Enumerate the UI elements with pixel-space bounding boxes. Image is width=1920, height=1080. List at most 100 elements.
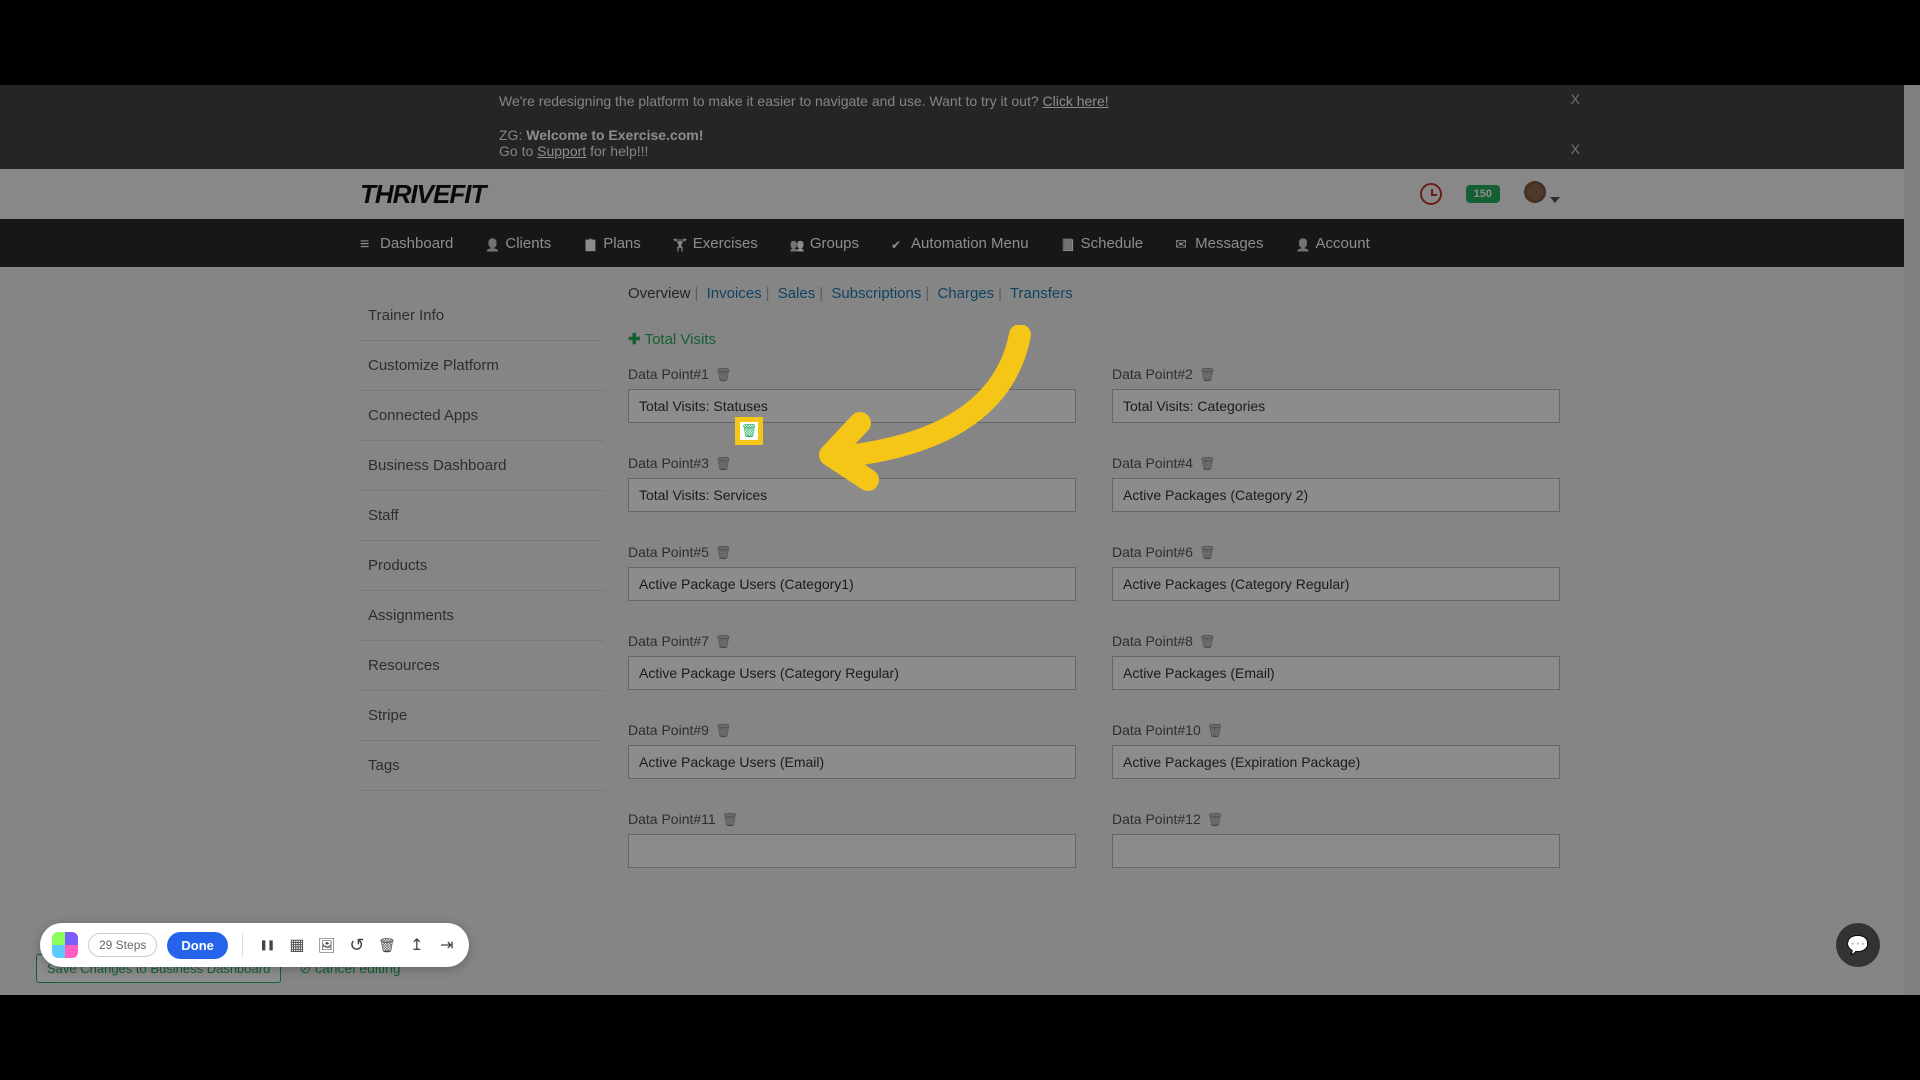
nav-label: Groups <box>810 235 859 252</box>
tutorial-logo-icon <box>52 932 78 958</box>
book-icon <box>1061 236 1075 250</box>
subnav-invoices[interactable]: Invoices <box>707 285 762 302</box>
redesign-banner-text: We're redesigning the platform to make i… <box>499 93 1043 109</box>
data-point-label: Data Point#11 🗑 <box>628 811 1076 828</box>
pause-icon[interactable] <box>257 935 277 955</box>
trash-icon[interactable]: 🗑 <box>1207 723 1224 738</box>
data-point-label: Data Point#12 🗑 <box>1112 811 1560 828</box>
sidebar-item-assignments[interactable]: Assignments <box>360 591 604 641</box>
subnav-sales[interactable]: Sales <box>778 285 816 302</box>
data-point-label-text: Data Point#2 <box>1112 366 1193 382</box>
data-point-label: Data Point#7 🗑 <box>628 633 1076 650</box>
sidebar-item-staff[interactable]: Staff <box>360 491 604 541</box>
trash-icon[interactable]: 🗑 <box>1199 545 1216 560</box>
main-nav: Dashboard Clients Plans Exercises Groups… <box>0 219 1920 267</box>
clock-icon[interactable] <box>1420 183 1442 205</box>
sidebar-item-stripe[interactable]: Stripe <box>360 691 604 741</box>
welcome-line2-post: for help!!! <box>586 143 648 159</box>
nav-exercises[interactable]: Exercises <box>673 235 758 252</box>
data-point-select[interactable] <box>1112 389 1560 423</box>
intercom-launcher[interactable] <box>1836 923 1880 967</box>
scrollbar[interactable] <box>1904 85 1920 995</box>
subnav-transfers[interactable]: Transfers <box>1010 285 1073 302</box>
data-point-label: Data Point#6 🗑 <box>1112 544 1560 561</box>
trash-icon[interactable]: 🗑 <box>715 723 732 738</box>
blur-icon[interactable] <box>287 935 307 955</box>
data-point-field: Data Point#4 🗑 <box>1112 455 1560 512</box>
nav-groups[interactable]: Groups <box>790 235 859 252</box>
data-point-label-text: Data Point#1 <box>628 366 709 382</box>
trash-icon[interactable] <box>377 935 397 955</box>
data-point-select[interactable] <box>1112 656 1560 690</box>
subnav-subscriptions[interactable]: Subscriptions <box>831 285 921 302</box>
data-point-select[interactable] <box>1112 478 1560 512</box>
trash-icon[interactable]: 🗑 <box>1199 367 1216 382</box>
nav-messages[interactable]: Messages <box>1175 235 1263 252</box>
trash-icon[interactable]: 🗑 <box>740 422 758 440</box>
data-point-select[interactable] <box>628 834 1076 868</box>
data-point-select[interactable] <box>628 567 1076 601</box>
notifications-badge[interactable]: 150 <box>1466 185 1500 203</box>
tutorial-steps-pill[interactable]: 29 Steps <box>88 933 157 957</box>
redesign-banner-link[interactable]: Click here! <box>1043 93 1109 109</box>
nav-schedule[interactable]: Schedule <box>1061 235 1144 252</box>
data-point-select[interactable] <box>628 745 1076 779</box>
list-icon <box>360 236 374 250</box>
data-point-select[interactable] <box>628 389 1076 423</box>
trash-icon[interactable]: 🗑 <box>1199 456 1216 471</box>
nav-plans[interactable]: Plans <box>583 235 641 252</box>
sidebar-item-customize-platform[interactable]: Customize Platform <box>360 341 604 391</box>
sidebar-item-products[interactable]: Products <box>360 541 604 591</box>
trash-icon[interactable]: 🗑 <box>715 634 732 649</box>
trash-icon[interactable]: 🗑 <box>722 812 739 827</box>
sidebar-item-trainer-info[interactable]: Trainer Info <box>360 291 604 341</box>
data-point-field: Data Point#9 🗑 <box>628 722 1076 779</box>
data-point-select[interactable] <box>1112 834 1560 868</box>
data-point-label: Data Point#8 🗑 <box>1112 633 1560 650</box>
group-icon <box>790 236 804 250</box>
trash-icon[interactable]: 🗑 <box>715 367 732 382</box>
data-point-select[interactable] <box>628 478 1076 512</box>
sidebar-item-business-dashboard[interactable]: Business Dashboard <box>360 441 604 491</box>
data-point-label-text: Data Point#12 <box>1112 811 1201 827</box>
subnav-overview[interactable]: Overview <box>628 285 691 302</box>
support-link[interactable]: Support <box>537 143 586 159</box>
collapse-icon[interactable] <box>437 935 457 955</box>
undo-icon[interactable] <box>347 935 367 955</box>
close-icon[interactable]: X <box>1571 141 1580 157</box>
nav-label: Plans <box>603 235 641 252</box>
welcome-bold: Welcome to Exercise.com! <box>526 127 703 143</box>
sidebar-item-tags[interactable]: Tags <box>360 741 604 791</box>
add-total-visits-button[interactable]: ✚Total Visits <box>628 330 1560 348</box>
dumbbell-icon <box>673 236 687 250</box>
nav-label: Account <box>1316 235 1370 252</box>
header: THRIVEFIT 150 <box>0 169 1920 219</box>
image-icon[interactable] <box>317 935 337 955</box>
nav-label: Messages <box>1195 235 1263 252</box>
data-point-label: Data Point#2 🗑 <box>1112 366 1560 383</box>
check-icon <box>891 236 905 250</box>
nav-label: Dashboard <box>380 235 453 252</box>
tutorial-done-button[interactable]: Done <box>167 932 228 959</box>
nav-dashboard[interactable]: Dashboard <box>360 235 453 252</box>
data-point-field: Data Point#11 🗑 <box>628 811 1076 868</box>
data-point-select[interactable] <box>1112 567 1560 601</box>
data-point-select[interactable] <box>1112 745 1560 779</box>
data-point-label-text: Data Point#11 <box>628 811 716 827</box>
trash-icon[interactable]: 🗑 <box>1207 812 1224 827</box>
trash-icon[interactable]: 🗑 <box>715 545 732 560</box>
close-icon[interactable]: X <box>1571 91 1580 107</box>
nav-automation[interactable]: Automation Menu <box>891 235 1029 252</box>
avatar <box>1524 181 1546 203</box>
data-point-label: Data Point#1 🗑 <box>628 366 1076 383</box>
nav-clients[interactable]: Clients <box>485 235 551 252</box>
nav-account[interactable]: Account <box>1296 235 1370 252</box>
data-point-select[interactable] <box>628 656 1076 690</box>
sidebar-item-resources[interactable]: Resources <box>360 641 604 691</box>
account-menu[interactable] <box>1524 181 1560 208</box>
trash-icon[interactable]: 🗑 <box>1199 634 1216 649</box>
trash-icon[interactable]: 🗑 <box>715 456 732 471</box>
sidebar-item-connected-apps[interactable]: Connected Apps <box>360 391 604 441</box>
subnav-charges[interactable]: Charges <box>937 285 994 302</box>
upload-icon[interactable] <box>407 935 427 955</box>
